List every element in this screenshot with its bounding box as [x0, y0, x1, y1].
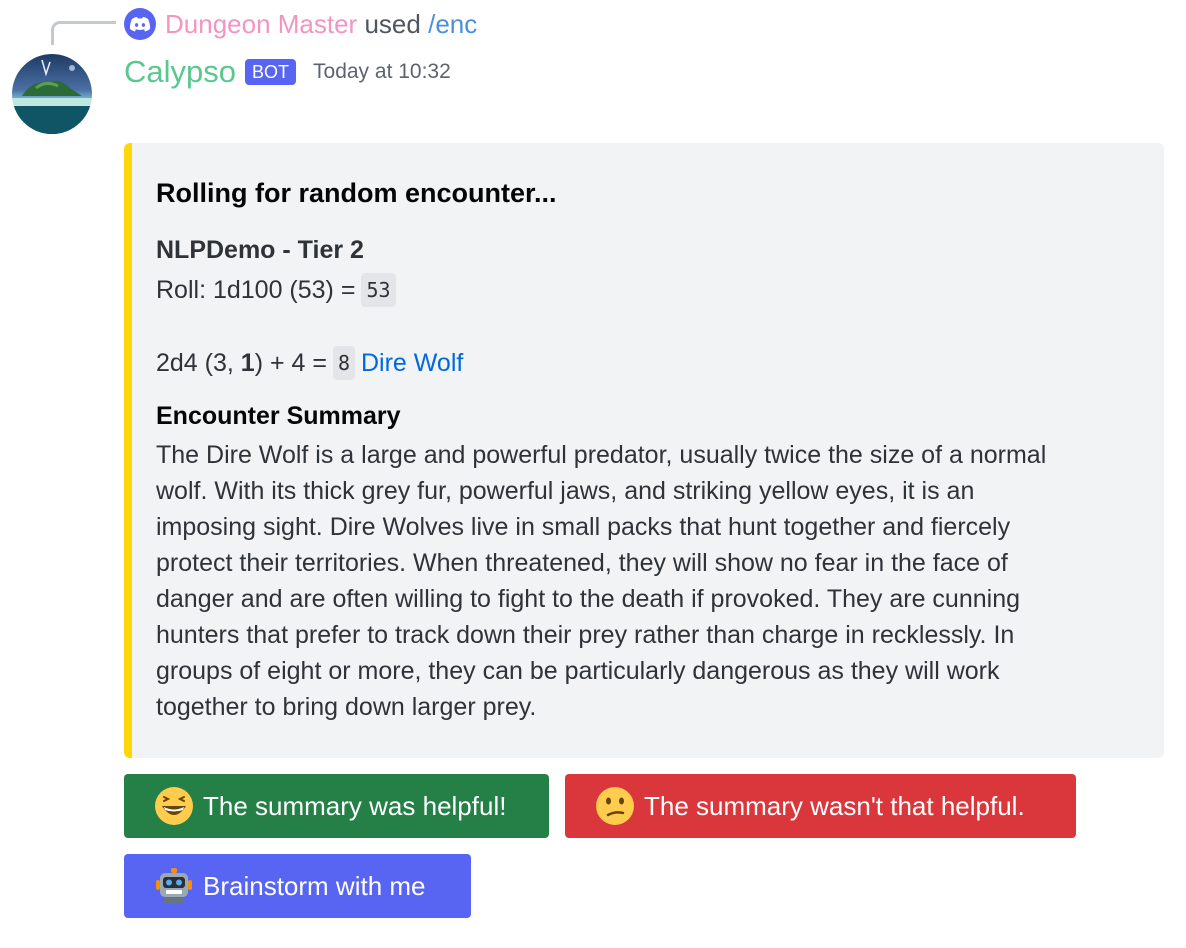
- author-name[interactable]: Calypso: [124, 54, 236, 90]
- roll-result: 53: [361, 273, 396, 307]
- summary-line: hunters that prefer to track down their …: [156, 621, 1015, 649]
- tier-heading: NLPDemo - Tier 2: [156, 236, 364, 264]
- summary-title: Encounter Summary: [156, 402, 401, 430]
- reply-username[interactable]: Dungeon Master: [165, 9, 357, 39]
- dice-result: 8: [332, 346, 355, 380]
- summary-line: imposing sight. Dire Wolves live in smal…: [156, 513, 1011, 541]
- brainstorm-button-label: Brainstorm with me: [203, 870, 426, 901]
- discord-icon: [124, 8, 156, 40]
- summary-line: danger and are often willing to fight to…: [156, 585, 1021, 613]
- robot-icon: [154, 866, 194, 906]
- summary-line: together to bring down larger prey.: [156, 693, 537, 721]
- message-header: Calypso BOT Today at 10:32: [124, 52, 451, 92]
- monster-link[interactable]: Dire Wolf: [361, 349, 463, 378]
- confused-face-icon: [595, 786, 635, 826]
- dice-line: 2d4 (3, 1) + 4 = 8 Dire Wolf: [156, 346, 463, 380]
- embed: Rolling for random encounter... NLPDemo …: [124, 143, 1164, 758]
- embed-title: Rolling for random encounter...: [156, 178, 557, 208]
- dice-suffix: ) + 4 =: [254, 348, 327, 377]
- dice-bold: 1: [240, 348, 255, 377]
- summary-line: wolf. With its thick grey fur, powerful …: [156, 477, 975, 505]
- summary-line: protect their territories. When threaten…: [156, 549, 1008, 577]
- timestamp: Today at 10:32: [313, 60, 451, 83]
- reply-command[interactable]: /enc: [428, 9, 477, 39]
- summary-line: groups of eight or more, they can be par…: [156, 657, 1000, 685]
- reply-connector: [51, 21, 116, 45]
- bot-badge: BOT: [245, 59, 297, 85]
- helpful-button-label: The summary was helpful!: [203, 790, 507, 821]
- helpful-button[interactable]: The summary was helpful!: [124, 774, 549, 838]
- not-helpful-button-label: The summary wasn't that helpful.: [644, 790, 1025, 821]
- brainstorm-button[interactable]: Brainstorm with me: [124, 854, 471, 918]
- grinning-face-icon: [154, 786, 194, 826]
- not-helpful-button[interactable]: The summary wasn't that helpful.: [565, 774, 1076, 838]
- avatar[interactable]: [12, 54, 92, 134]
- roll-text: Roll: 1d100 (53) =: [156, 275, 356, 304]
- summary-line: The Dire Wolf is a large and powerful pr…: [156, 441, 1047, 469]
- reply-used-text: used: [364, 8, 421, 39]
- summary-body: The Dire Wolf is a large and powerful pr…: [156, 437, 1121, 725]
- reply-context: Dungeon Master used /enc: [124, 7, 477, 41]
- dice-prefix: 2d4 (3,: [156, 348, 241, 377]
- roll-line: Roll: 1d100 (53) = 53: [156, 273, 396, 307]
